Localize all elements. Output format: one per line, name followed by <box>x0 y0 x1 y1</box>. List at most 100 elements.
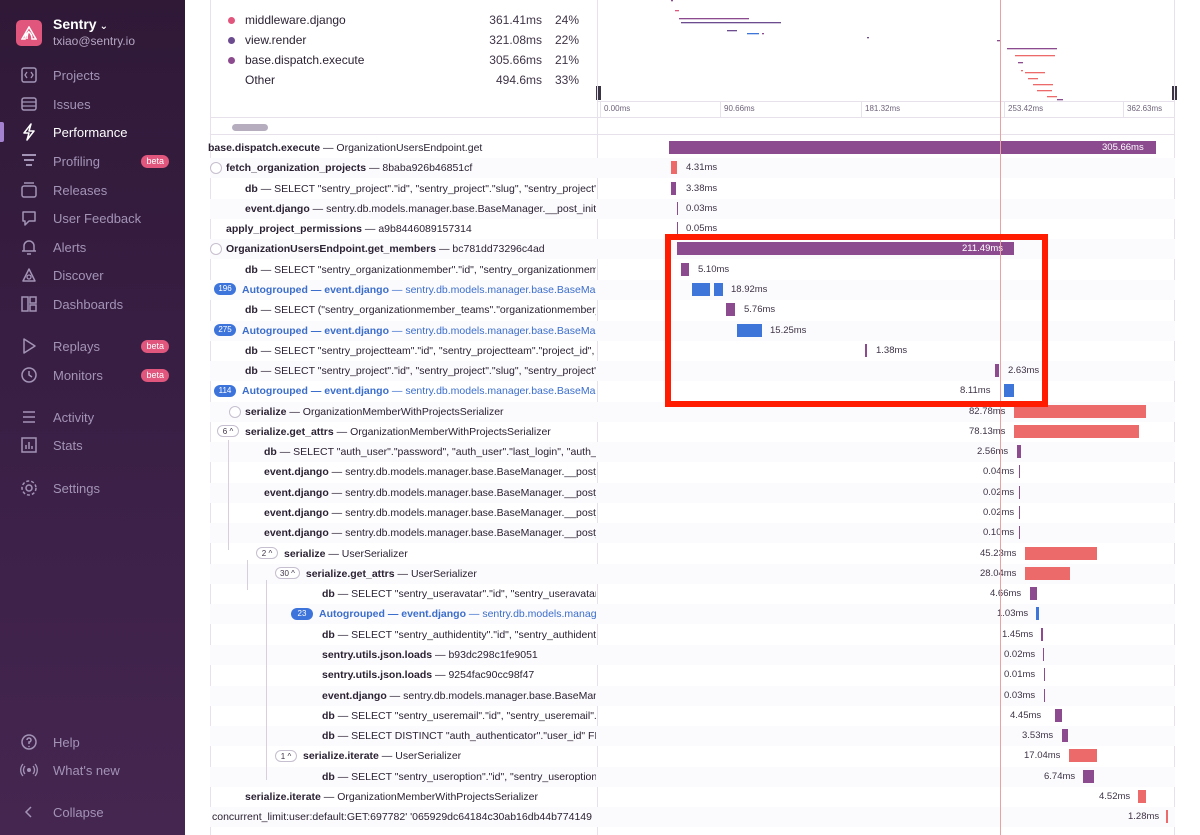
sidebar-item-label: Monitors <box>53 367 103 383</box>
sidebar-item-releases[interactable]: Releases <box>0 177 185 203</box>
collapse-toggle[interactable] <box>229 405 241 418</box>
span-duration-bar[interactable] <box>1017 445 1021 459</box>
span-row[interactable]: db — SELECT "sentry_authidentity"."id", … <box>210 625 1175 645</box>
span-op: event.django <box>264 466 329 479</box>
span-row[interactable]: db — SELECT "auth_user"."password", "aut… <box>210 442 1175 463</box>
sidebar-item-activity[interactable]: Activity <box>0 404 185 430</box>
sidebar-item-collapse[interactable]: Collapse <box>0 799 185 825</box>
span-row[interactable]: db — SELECT "sentry_useroption"."id", "s… <box>210 766 1175 787</box>
span-row[interactable]: event.django — sentry.db.models.manager.… <box>210 503 1175 523</box>
whats-new-icon <box>20 763 38 777</box>
span-duration-bar[interactable] <box>1055 708 1062 722</box>
span-row[interactable]: db — SELECT DISTINCT "auth_authenticator… <box>210 726 1175 747</box>
span-row[interactable]: sentry.utils.json.loads — 9254fac90cc98f… <box>210 665 1175 685</box>
span-description: b93dc298c1fe9051 <box>448 649 538 661</box>
sidebar-item-help[interactable]: Help <box>0 729 185 755</box>
op-color-dot <box>228 57 235 64</box>
span-row[interactable]: 1 ^ serialize.iterate — UserSerializer 17.… <box>210 746 1175 766</box>
span-description: SELECT "sentry_organizationmember"."id",… <box>274 263 596 276</box>
span-duration-bar[interactable] <box>1025 566 1070 580</box>
span-op: event.django <box>264 486 329 499</box>
span-duration-label: 0.02ms <box>983 486 1015 498</box>
horizontal-scrollbar[interactable] <box>232 124 268 131</box>
span-row[interactable]: event.django — sentry.db.models.manager.… <box>210 482 1175 503</box>
span-op: serialize.iterate <box>245 790 321 803</box>
sidebar-item-user-feedback[interactable]: User Feedback <box>0 205 185 231</box>
span-row[interactable]: sentry.utils.json.loads — b93dc298c1fe90… <box>210 645 1175 665</box>
span-row[interactable]: concurrent_limit:user:default:GET:697782… <box>210 807 1175 828</box>
span-duration-bar[interactable] <box>1019 506 1020 520</box>
span-row[interactable]: event.django — sentry.db.models.manager.… <box>210 685 1175 706</box>
span-duration-bar[interactable] <box>1019 465 1020 479</box>
sidebar-item-label: What's new <box>53 762 120 778</box>
sidebar-item-dashboards[interactable]: Dashboards <box>0 291 185 317</box>
tree-guide-line <box>266 760 267 780</box>
sidebar-item-label: Profiling <box>53 153 100 169</box>
span-row[interactable]: db — SELECT "sentry_useremail"."id", "se… <box>210 706 1175 726</box>
span-op: serialize.iterate <box>303 750 379 763</box>
span-description: SELECT "sentry_project"."id", "sentry_pr… <box>274 365 596 378</box>
span-row[interactable]: serialize.iterate — OrganizationMemberWi… <box>210 787 1175 807</box>
sidebar-item-projects[interactable]: Projects <box>0 62 185 88</box>
children-count-toggle[interactable]: 2 ^ <box>256 546 278 559</box>
span-duration-bar[interactable] <box>1019 526 1020 540</box>
sidebar-item-stats[interactable]: Stats <box>0 432 185 458</box>
sidebar-item-monitors[interactable]: Monitors beta <box>0 362 185 388</box>
span-row[interactable]: db — SELECT "sentry_useravatar"."id", "s… <box>210 584 1175 604</box>
sidebar-item-replays[interactable]: Replays beta <box>0 333 185 359</box>
span-row[interactable]: 6 ^ serialize.get_attrs — OrganizationMem… <box>210 422 1175 442</box>
sidebar-item-profiling[interactable]: Profiling beta <box>0 148 185 174</box>
span-duration-bar[interactable] <box>1043 648 1044 661</box>
span-duration-bar[interactable] <box>1030 587 1037 601</box>
span-duration-bar[interactable] <box>1036 607 1039 621</box>
children-count-toggle[interactable]: 1 ^ <box>275 749 297 762</box>
span-duration-bar[interactable] <box>1014 424 1139 438</box>
span-op: serialize <box>284 547 326 560</box>
span-row[interactable]: db — SELECT "sentry_project"."id", "sent… <box>210 179 1175 199</box>
span-duration-bar[interactable] <box>671 161 677 175</box>
span-row[interactable]: fetch_organization_projects — 8baba926b4… <box>210 158 1175 179</box>
span-duration-bar[interactable] <box>671 181 676 195</box>
sidebar-item-what-s-new[interactable]: What's new <box>0 757 185 783</box>
span-row[interactable]: 30 ^ serialize.get_attrs — UserSerializer… <box>210 563 1175 584</box>
span-op: Autogrouped — event.django <box>242 385 389 398</box>
span-duration-bar[interactable] <box>1025 546 1097 560</box>
autogroup-count-badge[interactable]: 196 <box>214 283 236 296</box>
sidebar-item-performance[interactable]: Performance <box>0 119 185 145</box>
children-count-toggle[interactable]: 30 ^ <box>275 567 300 580</box>
span-row[interactable]: 2 ^ serialize — UserSerializer 45.23ms <box>210 544 1175 564</box>
span-duration-bar[interactable] <box>1083 769 1094 783</box>
span-duration-bar[interactable] <box>1041 627 1043 641</box>
span-duration-bar[interactable] <box>1044 668 1045 682</box>
autogroup-count-badge[interactable]: 114 <box>214 384 236 397</box>
children-count-toggle[interactable]: 6 ^ <box>217 425 239 438</box>
span-duration-bar[interactable] <box>1044 688 1045 702</box>
sidebar-item-discover[interactable]: Discover <box>0 262 185 288</box>
span-row[interactable]: 23 Autogrouped — event.django — sentry.db… <box>210 604 1175 625</box>
settings-icon <box>21 480 37 496</box>
org-switcher[interactable]: Sentry ⌄ txiao@sentry.io <box>16 17 135 48</box>
sidebar-item-label: Discover <box>53 267 104 283</box>
span-duration-bar[interactable] <box>677 201 678 215</box>
sidebar-item-label: Stats <box>53 437 83 453</box>
autogroup-count-badge[interactable]: 275 <box>214 323 236 336</box>
span-duration-bar[interactable] <box>1062 729 1068 743</box>
span-row[interactable]: event.django — sentry.db.models.manager.… <box>210 523 1175 544</box>
span-op: db <box>322 730 335 743</box>
span-row[interactable]: event.django — sentry.db.models.manager.… <box>210 198 1175 219</box>
minimap[interactable] <box>597 0 1175 102</box>
autogroup-count-badge[interactable]: 23 <box>291 607 313 620</box>
sidebar-item-label: Help <box>53 734 80 750</box>
sidebar-item-alerts[interactable]: Alerts <box>0 234 185 260</box>
span-duration-bar[interactable] <box>669 141 1156 154</box>
span-duration-bar[interactable] <box>1166 810 1168 824</box>
span-row[interactable]: event.django — sentry.db.models.manager.… <box>210 462 1175 482</box>
span-duration-bar[interactable] <box>1069 749 1097 763</box>
span-row[interactable]: base.dispatch.execute — OrganizationUser… <box>208 138 1175 158</box>
span-label: 2 ^ serialize — UserSerializer <box>210 544 596 564</box>
org-email: txiao@sentry.io <box>53 34 135 48</box>
span-duration-bar[interactable] <box>1019 485 1020 499</box>
sidebar-item-settings[interactable]: Settings <box>0 475 185 501</box>
sidebar-item-issues[interactable]: Issues <box>0 91 185 117</box>
span-duration-bar[interactable] <box>1138 789 1146 803</box>
